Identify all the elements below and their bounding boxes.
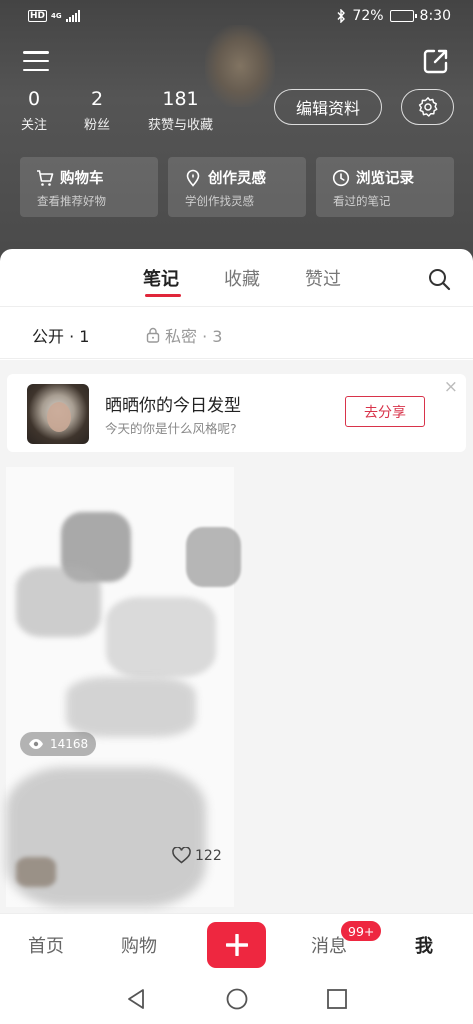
stat-value: 181: [162, 88, 199, 110]
bottom-nav: 首页 购物 消息 99+ 我: [0, 913, 473, 975]
edit-profile-button[interactable]: 编辑资料: [274, 89, 382, 125]
status-bar: HD 4G 72% 8:30: [0, 0, 473, 32]
close-icon[interactable]: ×: [444, 378, 458, 396]
stat-followers[interactable]: 2 粉丝: [82, 88, 112, 133]
quick-card-title: 创作灵感: [208, 171, 266, 187]
likes-count: 122: [195, 847, 222, 864]
promo-title: 晒晒你的今日发型: [105, 396, 241, 416]
quick-cards: 购物车 查看推荐好物 创作灵感 学创作找灵感 浏览记录 看过的笔记: [20, 157, 454, 217]
recents-icon[interactable]: [325, 987, 349, 1011]
content-sheet: 笔记 收藏 赞过 公开 · 1 私密 · 3 晒晒你的今日发型 今天的你是什么风…: [0, 249, 473, 913]
nav-home[interactable]: 首页: [28, 932, 64, 958]
content-tabs: 笔记 收藏 赞过: [0, 249, 473, 307]
note-image-fragment: [106, 597, 216, 677]
promo-share-button[interactable]: 去分享: [345, 396, 425, 427]
quick-card-subtitle: 查看推荐好物: [37, 194, 106, 208]
filter-public[interactable]: 公开 · 1: [32, 323, 89, 347]
stat-value: 2: [90, 88, 104, 110]
quick-card-subtitle: 学创作找灵感: [185, 194, 254, 208]
tab-collections[interactable]: 收藏: [224, 265, 260, 291]
settings-button[interactable]: [401, 89, 454, 125]
stat-likes-collections[interactable]: 181 获赞与收藏: [143, 88, 218, 133]
hd-indicator: HD: [28, 10, 48, 22]
filter-private[interactable]: 私密 · 3: [146, 323, 222, 347]
stat-label: 关注: [20, 118, 47, 133]
eye-icon: [29, 739, 43, 749]
views-badge: 14168: [20, 732, 97, 756]
tab-liked[interactable]: 赞过: [305, 265, 341, 291]
signal-icon: [65, 10, 80, 22]
profile-header: HD 4G 72% 8:30 0 关注 2 粉丝 181 获赞与收藏 编辑资料 …: [0, 0, 473, 262]
quick-card-cart[interactable]: 购物车 查看推荐好物: [20, 157, 158, 217]
quick-card-title: 购物车: [60, 171, 104, 187]
plus-icon: [225, 934, 248, 956]
quick-card-history[interactable]: 浏览记录 看过的笔记: [316, 157, 454, 217]
note-card[interactable]: 14168 122: [6, 467, 241, 907]
create-post-button[interactable]: [207, 922, 266, 968]
stat-label: 粉丝: [83, 118, 110, 133]
promo-thumbnail: [27, 384, 89, 444]
promo-subtitle: 今天的你是什么风格呢?: [105, 421, 237, 436]
stat-following[interactable]: 0 关注: [20, 88, 48, 133]
note-image-fragment: [16, 857, 56, 887]
bluetooth-icon: [337, 9, 346, 23]
share-icon[interactable]: [421, 46, 451, 76]
location-pin-icon: [186, 169, 200, 187]
quick-card-inspiration[interactable]: 创作灵感 学创作找灵感: [168, 157, 306, 217]
battery-icon: [389, 10, 417, 22]
filter-private-label: 私密 · 3: [165, 327, 223, 346]
note-image-fragment: [16, 567, 101, 637]
quick-card-subtitle: 看过的笔记: [333, 194, 391, 208]
menu-button[interactable]: [22, 48, 50, 74]
back-icon[interactable]: [124, 987, 148, 1011]
stat-label: 获赞与收藏: [147, 118, 213, 133]
like-button[interactable]: 122: [172, 847, 222, 864]
visibility-filter: 公开 · 1 私密 · 3: [0, 307, 473, 359]
clock-icon: [332, 169, 350, 186]
note-image-fragment: [66, 677, 196, 737]
message-badge: 99+: [340, 920, 383, 942]
search-icon[interactable]: [427, 267, 451, 291]
network-indicator: 4G: [51, 11, 62, 20]
gear-icon: [418, 97, 437, 117]
cart-icon: [37, 169, 54, 186]
home-circle-icon[interactable]: [225, 987, 249, 1011]
heart-icon: [172, 847, 191, 864]
lock-icon: [146, 327, 160, 343]
tab-notes[interactable]: 笔记: [143, 265, 179, 291]
system-nav-bar: [0, 975, 473, 1024]
views-count: 14168: [50, 737, 89, 751]
nav-shopping[interactable]: 购物: [121, 932, 157, 958]
promo-card[interactable]: 晒晒你的今日发型 今天的你是什么风格呢? 去分享 ×: [7, 374, 466, 452]
nav-me[interactable]: 我: [415, 932, 433, 958]
note-image-fragment: [186, 527, 241, 587]
stat-value: 0: [27, 88, 41, 110]
battery-percent: 72%: [352, 8, 384, 24]
clock-time: 8:30: [419, 8, 451, 24]
quick-card-title: 浏览记录: [356, 171, 414, 187]
active-tab-indicator: [145, 294, 181, 297]
